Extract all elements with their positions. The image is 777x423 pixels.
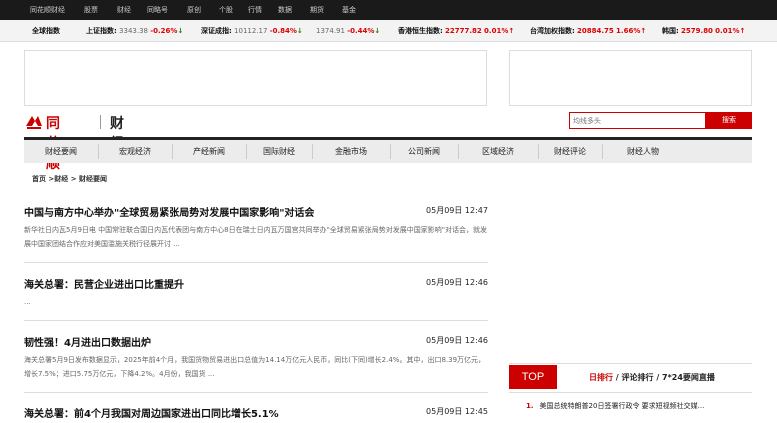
tab-separator: / — [615, 373, 619, 382]
ticker-item-shanghai[interactable]: 上证指数: 3343.38 -0.26%↓ — [86, 20, 183, 42]
category-nav: 财经要闻 宏观经济 产经新闻 国际财经 金融市场 公司新闻 区域经济 财经评论 … — [24, 137, 752, 163]
article-item[interactable]: 韧性强！4月进出口数据出炉 05月09日 12:46 海关总署5月9日发布数据显… — [24, 334, 488, 393]
ticker-item-third[interactable]: 1374.91 -0.44%↓ — [316, 20, 380, 42]
tab-regional-economy[interactable]: 区域经济 — [458, 140, 538, 163]
arrow-down-icon: ↓ — [374, 27, 381, 35]
article-summary: 新华社日内瓦5月9日电 中国常驻联合国日内瓦代表团与南方中心8日在瑞士日内瓦万国… — [24, 226, 488, 248]
ticker-item-taiwan[interactable]: 台湾加权指数: 20884.75 1.66%↑ — [530, 20, 646, 42]
ranking-item[interactable]: 1. 美国总统特朗普20日签署行政令 要求短视频社交媒... — [526, 401, 704, 411]
logo-divider — [100, 115, 101, 129]
ranking-divider — [509, 392, 752, 393]
article-title[interactable]: 海关总署：民营企业进出口比重提升 — [24, 276, 184, 291]
ticker-label: 全球指数 — [32, 27, 60, 35]
topbar-link-data[interactable]: 数据 — [278, 0, 292, 20]
tab-separator: / — [656, 373, 660, 382]
arrow-down-icon: ↓ — [296, 27, 303, 35]
tab-company-news[interactable]: 公司新闻 — [390, 140, 458, 163]
article-item[interactable]: 中国与南方中心举办"全球贸易紧张局势对发展中国家影响"对话会 05月09日 12… — [24, 204, 488, 263]
top-navigation-bar: 同花顺财经 股票 财经 同略号 原创 个股 行情 数据 期货 基金 — [0, 0, 777, 20]
article-title[interactable]: 中国与南方中心举办"全球贸易紧张局势对发展中国家影响"对话会 — [24, 204, 314, 219]
ranking-tabs: 日排行 / 评论排行 / 7*24要闻直播 — [589, 372, 715, 383]
ticker-item-korea[interactable]: 韩国: 2579.80 0.01%↑ — [662, 20, 745, 42]
article-title[interactable]: 韧性强！4月进出口数据出炉 — [24, 334, 151, 349]
tab-finance-commentary[interactable]: 财经评论 — [538, 140, 602, 163]
ticker-item-hang-seng[interactable]: 香港恒生指数: 22777.82 0.01%↑ — [398, 20, 514, 42]
arrow-up-icon: ↑ — [739, 27, 746, 35]
article-time: 05月09日 12:46 — [426, 278, 488, 287]
topbar-link-home[interactable]: 同花顺财经 — [30, 0, 65, 20]
arrow-up-icon: ↑ — [640, 27, 647, 35]
tab-live-news[interactable]: 7*24要闻直播 — [662, 373, 715, 382]
ranking-number: 1. — [526, 402, 534, 410]
tab-finance-headlines[interactable]: 财经要闻 — [24, 140, 98, 163]
topbar-link-original[interactable]: 原创 — [187, 0, 201, 20]
tab-international-finance[interactable]: 国际财经 — [246, 140, 312, 163]
article-time: 05月09日 12:47 — [426, 206, 488, 215]
topbar-link-stock[interactable]: 股票 — [84, 0, 98, 20]
search-button[interactable]: 搜索 — [706, 112, 752, 129]
search-input[interactable] — [569, 112, 706, 129]
topbar-link-futures[interactable]: 期货 — [310, 0, 324, 20]
article-item[interactable]: 海关总署：民营企业进出口比重提升 05月09日 12:46 ... — [24, 276, 488, 321]
banner-ad-right[interactable] — [509, 50, 752, 106]
ranking-title[interactable]: 美国总统特朗普20日签署行政令 要求短视频社交媒... — [540, 402, 705, 410]
ticker-item-shenzhen[interactable]: 深证成指: 10112.17 -0.84%↓ — [201, 20, 303, 42]
article-title[interactable]: 海关总署：前4个月我国对周边国家进出口同比增长5.1% — [24, 405, 279, 420]
article-item[interactable]: 海关总署：前4个月我国对周边国家进出口同比增长5.1% 05月09日 12:45 — [24, 405, 488, 423]
tab-daily-ranking[interactable]: 日排行 — [589, 373, 613, 382]
top-badge: TOP — [509, 365, 557, 389]
article-summary: ... — [24, 298, 31, 306]
logo-mark-icon — [26, 116, 42, 129]
tab-financial-markets[interactable]: 金融市场 — [312, 140, 390, 163]
tab-finance-people[interactable]: 财经人物 — [602, 140, 684, 163]
arrow-up-icon: ↑ — [508, 27, 515, 35]
topbar-link-account[interactable]: 同略号 — [147, 0, 168, 20]
topbar-link-funds[interactable]: 基金 — [342, 0, 356, 20]
banner-ad-left[interactable] — [24, 50, 487, 106]
arrow-down-icon: ↓ — [177, 27, 184, 35]
tab-macro-economy[interactable]: 宏观经济 — [98, 140, 172, 163]
tab-comment-ranking[interactable]: 评论排行 — [622, 373, 654, 382]
breadcrumb: 首页 >财经 > 财经要闻 — [32, 175, 108, 183]
index-ticker: 全球指数 上证指数: 3343.38 -0.26%↓ 深证成指: 10112.1… — [0, 20, 777, 42]
topbar-link-individual-stock[interactable]: 个股 — [219, 0, 233, 20]
article-time: 05月09日 12:45 — [426, 407, 488, 416]
tab-industry-news[interactable]: 产经新闻 — [172, 140, 246, 163]
topbar-link-quotes[interactable]: 行情 — [248, 0, 262, 20]
article-summary: 海关总署5月9日发布数据显示，2025年前4个月，我国货物贸易进出口总值为14.… — [24, 356, 486, 378]
topbar-link-finance[interactable]: 财经 — [117, 0, 131, 20]
article-time: 05月09日 12:46 — [426, 336, 488, 345]
